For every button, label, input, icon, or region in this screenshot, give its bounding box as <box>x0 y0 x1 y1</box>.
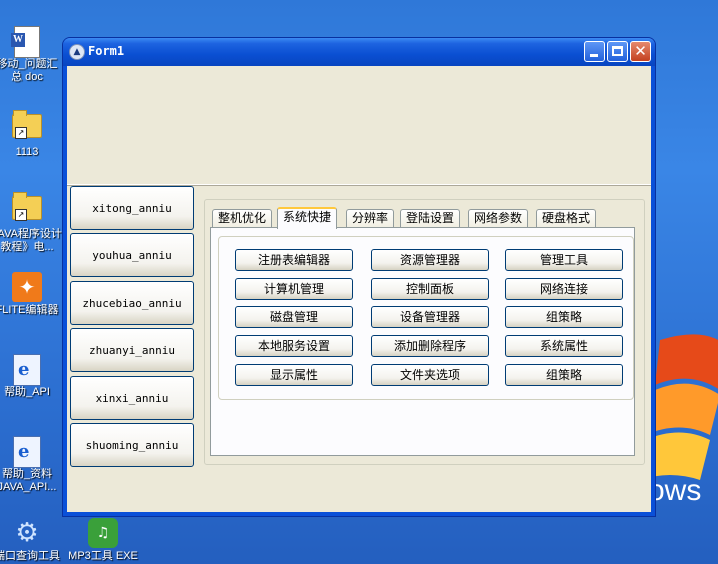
window-title: Form1 <box>88 44 125 58</box>
gear-app-icon: ⚙ <box>15 518 39 548</box>
flash-app-icon: ✦ <box>12 272 42 302</box>
desktop-icon-label: JAVA程序设计 <box>0 228 62 240</box>
display-properties-button[interactable]: 显示属性 <box>235 364 353 386</box>
folder-icon: ↗ <box>12 110 42 139</box>
top-panel <box>67 66 651 185</box>
tab-fenbianlv[interactable]: 分辨率 <box>346 209 395 227</box>
tab-xitong-kuaijie[interactable]: 系统快捷 <box>277 207 338 229</box>
title-bar[interactable]: ▲ Form1 ✕ <box>63 38 655 66</box>
control-panel-button[interactable]: 控制面板 <box>371 278 489 300</box>
tab-wangluo-canshu[interactable]: 网络参数 <box>468 209 529 227</box>
word-document-icon: W <box>11 26 40 58</box>
group-policy-button[interactable]: 组策略 <box>505 306 623 328</box>
folder-icon: ↗ <box>12 192 42 221</box>
system-properties-button[interactable]: 系统属性 <box>505 335 623 357</box>
device-manager-button[interactable]: 设备管理器 <box>371 306 489 328</box>
desktop-icon-1113[interactable]: ↗ 1113 <box>0 108 66 159</box>
admin-tools-button[interactable]: 管理工具 <box>505 249 623 271</box>
desktop-icon-port-tool[interactable]: ⚙ 端口查询工具 <box>0 518 66 563</box>
side-button-shuoming[interactable]: shuoming_anniu <box>70 423 194 467</box>
explorer-button[interactable]: 资源管理器 <box>371 249 489 271</box>
disk-management-button[interactable]: 磁盘管理 <box>235 306 353 328</box>
desktop-icon-flite[interactable]: ✦ FLITE编辑器 <box>0 272 66 317</box>
maximize-icon <box>612 46 623 56</box>
side-button-youhua[interactable]: youhua_anniu <box>70 233 194 277</box>
shortcut-group: 注册表编辑器 资源管理器 管理工具 计算机管理 控制面板 网络连接 磁盘管理 设… <box>218 236 634 400</box>
close-icon: ✕ <box>634 42 647 60</box>
folder-options-button[interactable]: 文件夹选项 <box>371 364 489 386</box>
desktop-icon-label: 教程》电... <box>0 241 54 253</box>
help-file-icon: e <box>13 436 41 468</box>
add-remove-programs-button[interactable]: 添加删除程序 <box>371 335 489 357</box>
desktop-icon-label: 1113 <box>15 146 39 158</box>
side-button-xitong[interactable]: xitong_anniu <box>70 186 194 230</box>
local-services-button[interactable]: 本地服务设置 <box>235 335 353 357</box>
desktop-icon-label: 帮助_资料 <box>1 468 53 480</box>
maximize-button[interactable] <box>607 41 628 62</box>
desktop-icon-help-data[interactable]: e 帮助_资料 JAVA_API... <box>0 436 66 494</box>
desktop-icon-label: 端口查询工具 <box>0 550 60 562</box>
help-file-icon: e <box>13 354 41 386</box>
mp3-app-icon: ♫ <box>88 518 118 548</box>
desktop-icon-label: 总 doc <box>11 71 43 83</box>
close-button[interactable]: ✕ <box>630 41 651 62</box>
desktop-icon-doc[interactable]: W 移动_问题汇 总 doc <box>0 26 66 84</box>
app-icon[interactable]: ▲ <box>69 44 85 60</box>
desktop-icon-label: MP3工具 EXE <box>68 550 138 562</box>
tab-page-xitong-kuaijie: 注册表编辑器 资源管理器 管理工具 计算机管理 控制面板 网络连接 磁盘管理 设… <box>210 227 635 456</box>
registry-editor-button[interactable]: 注册表编辑器 <box>235 249 353 271</box>
side-button-xinxi[interactable]: xinxi_anniu <box>70 376 194 420</box>
group-policy-button-2[interactable]: 组策略 <box>505 364 623 386</box>
minimize-icon <box>590 54 598 57</box>
wallpaper-text: ows <box>648 474 701 507</box>
desktop-icon-label: 帮助_API <box>4 386 50 398</box>
form1-window: ▲ Form1 ✕ xitong_anniu youhua_anniu zhuc… <box>63 38 655 516</box>
desktop-icon-label: JAVA_API... <box>0 481 57 493</box>
desktop-icon-mp3[interactable]: ♫ MP3工具 EXE <box>64 518 142 563</box>
tab-yingpan-geshi[interactable]: 硬盘格式 <box>536 209 597 227</box>
minimize-button[interactable] <box>584 41 605 62</box>
tab-zhengji-youhua[interactable]: 整机优化 <box>212 209 273 227</box>
computer-management-button[interactable]: 计算机管理 <box>235 278 353 300</box>
network-connections-button[interactable]: 网络连接 <box>505 278 623 300</box>
tab-denglu-shezhi[interactable]: 登陆设置 <box>400 209 461 227</box>
desktop-icon-label: FLITE编辑器 <box>0 304 59 316</box>
side-button-zhucebiao[interactable]: zhucebiao_anniu <box>70 281 194 325</box>
client-area: xitong_anniu youhua_anniu zhucebiao_anni… <box>67 66 651 512</box>
desktop-icon-help-api[interactable]: e 帮助_API <box>0 354 66 399</box>
desktop-icon-java-tutorial[interactable]: ↗ JAVA程序设计 教程》电... <box>0 190 66 254</box>
desktop-icon-label: 移动_问题汇 <box>0 58 58 70</box>
side-button-zhuanyi[interactable]: zhuanyi_anniu <box>70 328 194 372</box>
